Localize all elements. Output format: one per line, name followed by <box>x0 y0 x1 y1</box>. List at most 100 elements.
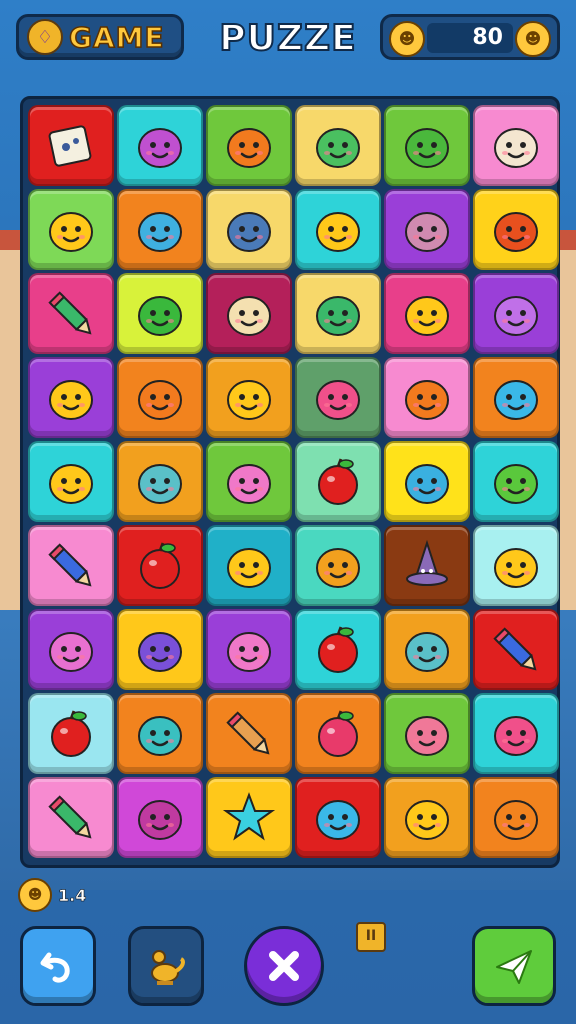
tile[interactable] <box>473 777 559 858</box>
tile[interactable] <box>117 105 203 186</box>
tile[interactable] <box>295 609 381 690</box>
tile[interactable] <box>117 189 203 270</box>
tile[interactable] <box>473 105 559 186</box>
tile[interactable] <box>28 357 114 438</box>
tile[interactable] <box>206 525 292 606</box>
tile[interactable] <box>473 273 559 354</box>
pencil-orange-icon <box>226 710 270 754</box>
orange-creature-icon <box>227 127 271 168</box>
carrot-icon <box>405 379 449 420</box>
tile[interactable] <box>206 273 292 354</box>
paper-plane-icon <box>496 950 532 984</box>
pink-flower-icon <box>138 799 182 840</box>
yellow-crab-icon <box>405 799 449 840</box>
tile[interactable] <box>206 189 292 270</box>
rocket-icon <box>138 211 182 252</box>
tile[interactable] <box>295 441 381 522</box>
tile[interactable] <box>117 357 203 438</box>
tile[interactable] <box>28 693 114 774</box>
green-blob-icon <box>405 127 449 168</box>
purple-fuzz-icon <box>494 295 538 336</box>
undo-button[interactable] <box>20 926 96 1006</box>
tile[interactable] <box>295 273 381 354</box>
tile[interactable] <box>117 525 203 606</box>
cream-cat-icon <box>227 295 271 336</box>
tomato-icon <box>140 541 180 589</box>
tile[interactable] <box>28 189 114 270</box>
tile[interactable] <box>473 357 559 438</box>
tile[interactable] <box>473 609 559 690</box>
tile[interactable] <box>384 525 470 606</box>
tile[interactable] <box>473 693 559 774</box>
tile[interactable] <box>117 441 203 522</box>
tile[interactable] <box>384 189 470 270</box>
shuffle-close-button[interactable] <box>244 926 324 1006</box>
pink-blob-icon <box>316 379 360 420</box>
sun-icon <box>227 547 271 588</box>
tile[interactable] <box>384 693 470 774</box>
tile[interactable] <box>28 105 114 186</box>
tile[interactable] <box>206 777 292 858</box>
puzzle-board <box>20 96 560 868</box>
green-fish-icon <box>316 127 360 168</box>
blue-blob-icon <box>316 799 360 840</box>
turnip-icon <box>316 295 360 336</box>
tile[interactable] <box>473 525 559 606</box>
tile[interactable] <box>28 609 114 690</box>
tile[interactable] <box>295 357 381 438</box>
blue-blob-icon <box>494 379 538 420</box>
tile[interactable] <box>295 105 381 186</box>
tile[interactable] <box>384 609 470 690</box>
tile[interactable] <box>295 777 381 858</box>
hint-button[interactable] <box>128 926 204 1006</box>
tile[interactable] <box>384 273 470 354</box>
tile[interactable] <box>206 693 292 774</box>
tile[interactable] <box>117 693 203 774</box>
tile[interactable] <box>206 441 292 522</box>
tile[interactable] <box>384 777 470 858</box>
undo-arrow-icon <box>40 952 70 983</box>
tile[interactable] <box>28 525 114 606</box>
tile[interactable] <box>117 777 203 858</box>
pink-blob-icon <box>494 715 538 756</box>
pink-cat-icon <box>227 463 271 504</box>
tile[interactable] <box>206 105 292 186</box>
top-bar: ♢ GAME PUZZE ☻ 80 ☻ <box>0 10 576 66</box>
pink-apple-icon <box>318 709 358 757</box>
tile[interactable] <box>28 777 114 858</box>
tile[interactable] <box>473 441 559 522</box>
pause-button[interactable]: II <box>356 922 386 952</box>
tile[interactable] <box>117 273 203 354</box>
tile[interactable] <box>28 441 114 522</box>
yellow-blob-icon <box>49 211 93 252</box>
orange-face-icon <box>138 379 182 420</box>
apple-icon <box>318 625 358 673</box>
tile[interactable] <box>295 189 381 270</box>
tile[interactable] <box>295 525 381 606</box>
tile[interactable] <box>384 357 470 438</box>
tile[interactable] <box>473 189 559 270</box>
tile[interactable] <box>384 441 470 522</box>
tile[interactable] <box>117 609 203 690</box>
tile[interactable] <box>384 105 470 186</box>
tile[interactable] <box>28 273 114 354</box>
teal-spiky-icon <box>138 715 182 756</box>
yellow-blob-icon <box>494 547 538 588</box>
candy-purple-icon <box>138 127 182 168</box>
coin-face-icon: ☻ <box>389 21 425 57</box>
orange-rocket-icon <box>316 547 360 588</box>
blue-fish-icon <box>138 463 182 504</box>
green-spiky-icon <box>138 295 182 336</box>
pencil-blue-icon <box>48 542 92 586</box>
orange-crab-icon <box>227 379 271 420</box>
tile[interactable] <box>206 609 292 690</box>
yellow-bear-icon <box>49 379 93 420</box>
send-button[interactable] <box>472 926 556 1006</box>
tile[interactable] <box>206 357 292 438</box>
tile-grid <box>28 105 559 858</box>
star-icon <box>222 791 276 840</box>
yellow-smile-icon <box>316 211 360 252</box>
x-icon <box>269 951 299 981</box>
tile[interactable] <box>295 693 381 774</box>
score-value: 80 <box>427 23 513 53</box>
